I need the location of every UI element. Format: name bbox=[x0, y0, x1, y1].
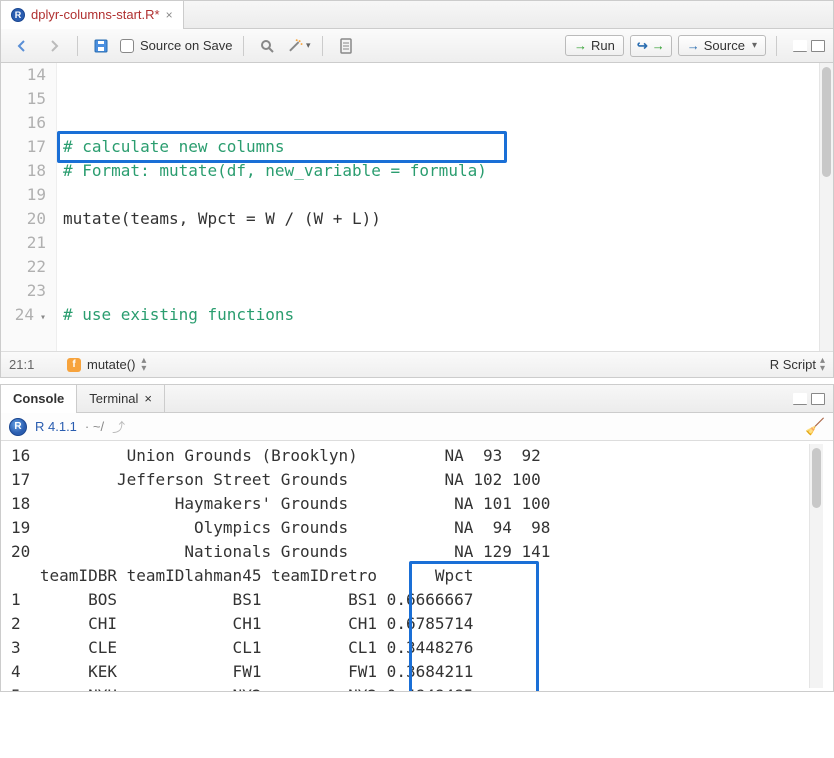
popup-arrow-icon[interactable]: ⤴ bbox=[112, 417, 125, 436]
back-button[interactable] bbox=[9, 34, 35, 58]
source-on-save-checkbox[interactable] bbox=[120, 39, 134, 53]
separator bbox=[77, 36, 78, 56]
console-text: 16 Union Grounds (Brooklyn) NA 93 92 17 … bbox=[11, 444, 809, 688]
r-file-icon: R bbox=[11, 8, 25, 22]
code-editor[interactable]: 1415161718192021222324 ▾ # calculate new… bbox=[1, 63, 833, 351]
forward-button[interactable] bbox=[41, 34, 67, 58]
editor-scrollbar[interactable] bbox=[819, 63, 833, 351]
file-tab[interactable]: R dplyr-columns-start.R* × bbox=[1, 1, 184, 29]
editor-tabbar: R dplyr-columns-start.R* × bbox=[1, 1, 833, 29]
rerun-icon: ↪ bbox=[637, 38, 648, 54]
run-arrow-icon: → bbox=[574, 38, 587, 53]
scope-updown-icon: ▴▾ bbox=[141, 357, 146, 373]
run-label: Run bbox=[591, 38, 615, 53]
rerun-arrow-icon: → bbox=[652, 38, 665, 53]
pane-layout-icons bbox=[793, 393, 833, 405]
scope-label: mutate() bbox=[87, 357, 135, 372]
chevron-down-icon: ▾ bbox=[752, 40, 757, 51]
rerun-button[interactable]: ↪ → bbox=[630, 35, 672, 57]
separator bbox=[243, 36, 244, 56]
save-button[interactable] bbox=[88, 34, 114, 58]
code-area[interactable]: # calculate new columns# Format: mutate(… bbox=[57, 63, 819, 351]
console-tab[interactable]: Console bbox=[1, 385, 77, 413]
console-pane: Console Terminal × R R 4.1.1 · ~/ ⤴ 🧹 16… bbox=[0, 384, 834, 692]
pane-layout-icons bbox=[793, 40, 825, 52]
separator bbox=[322, 36, 323, 56]
console-output[interactable]: 16 Union Grounds (Brooklyn) NA 93 92 17 … bbox=[1, 441, 833, 691]
source-on-save-label: Source on Save bbox=[140, 38, 233, 53]
language-updown-icon: ▴▾ bbox=[820, 357, 825, 373]
console-tabbar: Console Terminal × bbox=[1, 385, 833, 413]
editor-statusbar: 21:1 f mutate() ▴▾ R Script ▴▾ bbox=[1, 351, 833, 377]
minimize-pane-icon[interactable] bbox=[793, 393, 807, 405]
scrollbar-thumb[interactable] bbox=[812, 448, 821, 508]
source-editor-pane: R dplyr-columns-start.R* × Source on Sav… bbox=[0, 0, 834, 378]
r-working-dir: · ~/ bbox=[85, 419, 104, 434]
source-label: Source bbox=[704, 38, 745, 53]
minimize-pane-icon[interactable] bbox=[793, 40, 807, 52]
language-selector[interactable]: R Script ▴▾ bbox=[770, 357, 825, 373]
language-label: R Script bbox=[770, 357, 816, 372]
terminal-tab[interactable]: Terminal × bbox=[77, 385, 165, 413]
console-tab-label: Console bbox=[13, 391, 64, 406]
r-version-label: R 4.1.1 bbox=[35, 419, 77, 434]
function-scope-icon: f bbox=[67, 358, 81, 372]
wand-button[interactable]: ▾ bbox=[286, 34, 312, 58]
source-button[interactable]: → Source ▾ bbox=[678, 35, 766, 56]
maximize-pane-icon[interactable] bbox=[811, 40, 825, 52]
scrollbar-thumb[interactable] bbox=[822, 67, 831, 177]
maximize-pane-icon[interactable] bbox=[811, 393, 825, 405]
run-button[interactable]: → Run bbox=[565, 35, 624, 56]
find-button[interactable] bbox=[254, 34, 280, 58]
file-tab-label: dplyr-columns-start.R* bbox=[31, 7, 160, 22]
console-info-bar: R R 4.1.1 · ~/ ⤴ 🧹 bbox=[1, 413, 833, 441]
close-icon[interactable]: × bbox=[144, 391, 152, 406]
r-logo-icon: R bbox=[9, 418, 27, 436]
separator bbox=[776, 36, 777, 56]
terminal-tab-label: Terminal bbox=[89, 391, 138, 406]
scope-selector[interactable]: f mutate() ▴▾ bbox=[67, 357, 146, 373]
editor-toolbar: Source on Save ▾ → Run ↪ → → Source ▾ bbox=[1, 29, 833, 63]
console-scrollbar[interactable] bbox=[809, 444, 823, 688]
source-arrow-icon: → bbox=[687, 38, 700, 53]
close-icon[interactable]: × bbox=[166, 8, 173, 22]
cursor-position: 21:1 bbox=[9, 357, 57, 372]
line-gutter: 1415161718192021222324 ▾ bbox=[1, 63, 57, 351]
clear-console-icon[interactable]: 🧹 bbox=[805, 417, 825, 437]
notebook-button[interactable] bbox=[333, 34, 359, 58]
